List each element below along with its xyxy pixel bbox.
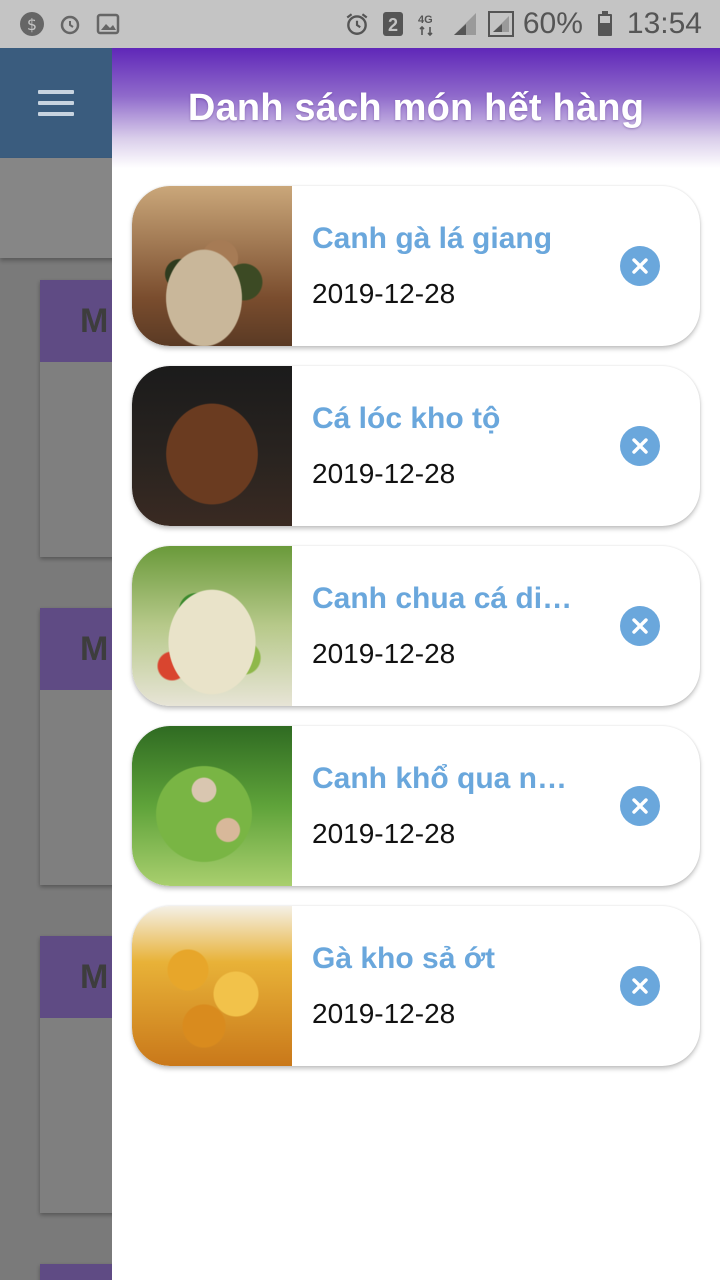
dish-list-item[interactable]: Cá lóc kho tộ 2019-12-28 (132, 366, 700, 526)
dish-name: Cá lóc kho tộ (312, 402, 501, 435)
image-notification-icon (94, 10, 122, 38)
battery-percent: 60% (522, 7, 583, 40)
dish-image (132, 906, 292, 1066)
svg-text:$: $ (27, 15, 37, 34)
drawer-header: Danh sách món hết hàng (112, 48, 720, 168)
dish-name: Canh chua cá diêu hồng (312, 582, 582, 615)
dish-list-item[interactable]: Canh khổ qua nhồi thịt 2019-12-28 (132, 726, 700, 886)
status-bar: $ 2 4G 60% 13:54 (0, 0, 720, 48)
sim-slot-icon: 2 (379, 10, 407, 38)
close-circle-icon[interactable] (620, 966, 660, 1006)
dish-image (132, 546, 292, 706)
out-of-stock-drawer: Danh sách món hết hàng Canh gà lá giang … (112, 48, 720, 1280)
battery-icon (591, 10, 619, 38)
close-circle-icon[interactable] (620, 426, 660, 466)
drawer-title: Danh sách món hết hàng (187, 86, 645, 129)
dish-name: Canh khổ qua nhồi thịt (312, 762, 582, 795)
dish-image (132, 366, 292, 526)
dish-list-item[interactable]: Gà kho sả ớt 2019-12-28 (132, 906, 700, 1066)
dish-image (132, 186, 292, 346)
dish-image (132, 726, 292, 886)
app-notification-icon: $ (18, 10, 46, 38)
close-circle-icon[interactable] (620, 246, 660, 286)
alarm-clock-icon (343, 10, 371, 38)
dish-name: Canh gà lá giang (312, 222, 553, 255)
dish-list-item[interactable]: Canh chua cá diêu hồng 2019-12-28 (132, 546, 700, 706)
clock: 13:54 (626, 7, 702, 40)
svg-text:4G: 4G (418, 14, 433, 26)
dish-name: Gà kho sả ớt (312, 942, 496, 975)
alarm-icon (56, 10, 84, 38)
close-circle-icon[interactable] (620, 606, 660, 646)
network-4g-icon: 4G (415, 10, 443, 38)
close-circle-icon[interactable] (620, 786, 660, 826)
signal-icon (451, 10, 479, 38)
hamburger-icon[interactable] (38, 90, 74, 123)
dish-list-item[interactable]: Canh gà lá giang 2019-12-28 (132, 186, 700, 346)
svg-text:2: 2 (388, 15, 398, 35)
signal-2-icon (487, 10, 515, 38)
